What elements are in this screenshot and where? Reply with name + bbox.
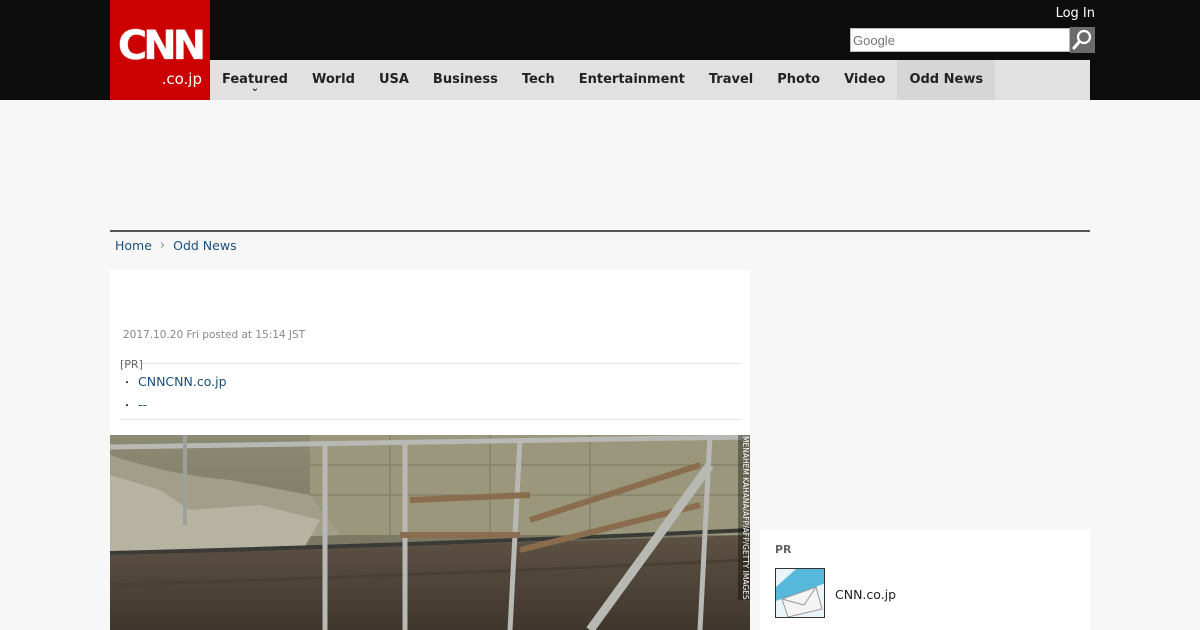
bullet-icon: ・ xyxy=(122,401,132,412)
nav-label: Odd News xyxy=(909,72,984,87)
search-input[interactable] xyxy=(850,28,1070,52)
mail-thumbnail[interactable] xyxy=(775,568,825,618)
sidebar-pr-card: PR CNN.co.jp xyxy=(760,530,1090,630)
main-nav: Featured ⌄ World USA Business Tech Enter… xyxy=(210,60,1090,100)
bullet-icon: ・ xyxy=(122,378,132,389)
nav-label: Travel xyxy=(708,72,754,87)
nav-label: Video xyxy=(844,72,886,87)
article-photo: MENAHEM KAHANA/AFP/AFP/GETTY IMAGES xyxy=(110,435,750,630)
nav-item-video[interactable]: Video xyxy=(832,60,897,100)
nav-item-business[interactable]: Business xyxy=(421,60,510,100)
nav-label: World xyxy=(311,72,355,87)
pr-list-item[interactable]: ・ CNNCNN.co.jp xyxy=(122,374,227,389)
pr-link[interactable]: CNNCNN.co.jp xyxy=(138,374,227,389)
nav-item-featured[interactable]: Featured ⌄ xyxy=(210,60,300,100)
logo-wordmark: CNN xyxy=(117,23,206,69)
nav-label: Business xyxy=(432,72,498,87)
breadcrumb-current[interactable]: Odd News xyxy=(173,238,236,253)
nav-item-usa[interactable]: USA xyxy=(367,60,421,100)
chevron-right-icon: › xyxy=(159,238,166,253)
pr-divider-top xyxy=(120,363,740,364)
pr-label: [PR] xyxy=(120,358,143,371)
chevron-down-icon: ⌄ xyxy=(250,83,260,94)
login-link[interactable]: Log In xyxy=(1056,6,1095,21)
breadcrumb-home[interactable]: Home xyxy=(115,238,152,253)
breadcrumb: Home › Odd News xyxy=(115,238,237,253)
nav-label: Entertainment xyxy=(578,72,685,87)
nav-label: Tech xyxy=(521,72,555,87)
nav-item-photo[interactable]: Photo xyxy=(765,60,832,100)
nav-item-travel[interactable]: Travel xyxy=(697,60,765,100)
excavation-photo xyxy=(110,435,750,630)
search-icon xyxy=(1072,29,1092,50)
envelope-icon xyxy=(776,569,824,617)
sidebar-pr-label: PR xyxy=(775,543,792,556)
photo-credit: MENAHEM KAHANA/AFP/AFP/GETTY IMAGES xyxy=(738,435,750,600)
nav-item-entertainment[interactable]: Entertainment xyxy=(567,60,697,100)
article-date: 2017.10.20 Fri posted at 15:14 JST xyxy=(123,329,306,341)
article-card: 2017.10.20 Fri posted at 15:14 JST [PR] … xyxy=(110,270,750,630)
logo-domain: .co.jp xyxy=(161,70,202,88)
nav-item-odd-news[interactable]: Odd News xyxy=(897,60,996,100)
nav-item-tech[interactable]: Tech xyxy=(510,60,567,100)
cnn-logo[interactable]: CNN .co.jp xyxy=(110,0,210,100)
nav-label: USA xyxy=(378,72,409,87)
pr-divider-bottom xyxy=(120,419,740,420)
pr-link[interactable]: -- xyxy=(138,397,147,412)
pr-list-item[interactable]: ・ -- xyxy=(122,397,147,412)
nav-label: Photo xyxy=(777,72,821,87)
nav-item-world[interactable]: World xyxy=(300,60,367,100)
sidebar-pr-link[interactable]: CNN.co.jp xyxy=(835,587,896,602)
search-button[interactable] xyxy=(1070,27,1095,53)
section-divider xyxy=(110,230,1090,232)
